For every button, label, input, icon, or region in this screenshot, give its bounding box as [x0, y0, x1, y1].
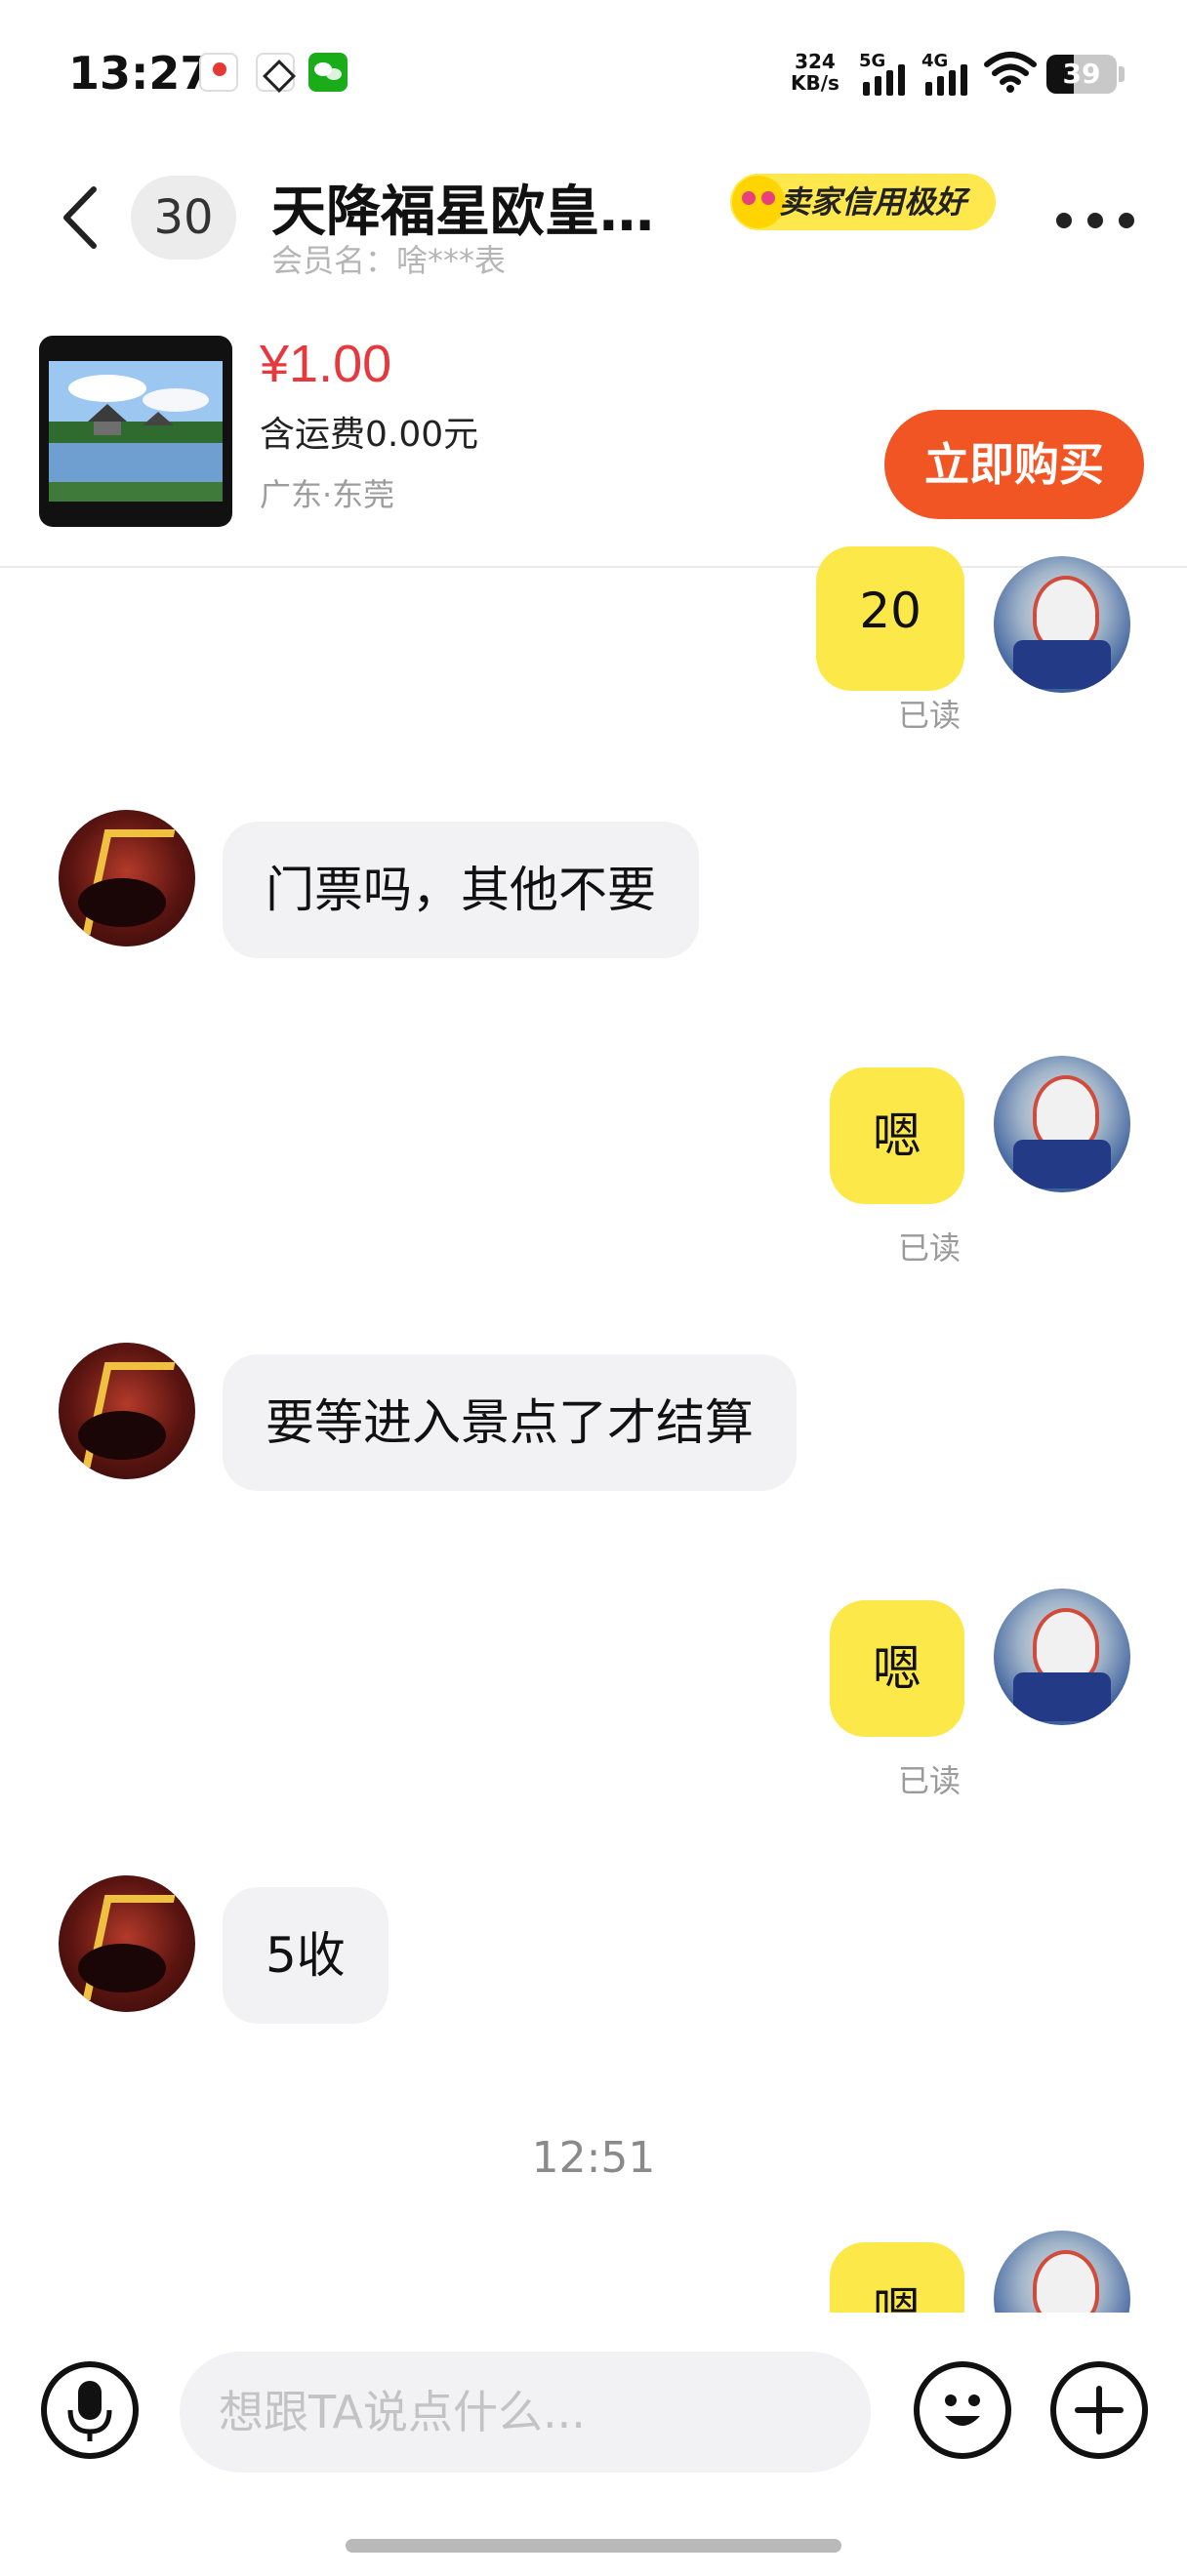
my-avatar[interactable]: [994, 2231, 1130, 2313]
message-bubble-seller[interactable]: 5收: [223, 1887, 389, 2024]
read-status: 已读: [898, 1762, 962, 1799]
my-avatar[interactable]: [994, 556, 1130, 693]
seller-avatar[interactable]: [59, 810, 195, 946]
message-item: 门票吗，其他不要: [0, 810, 1187, 958]
message-bubble-seller[interactable]: 门票吗，其他不要: [223, 822, 699, 958]
message-item: 要等进入景点了才结算: [0, 1343, 1187, 1491]
home-indicator[interactable]: [346, 2539, 841, 2553]
smiley-icon: [945, 2395, 980, 2426]
network-speed-unit: KB/s: [791, 71, 839, 95]
emoji-button[interactable]: [914, 2361, 1011, 2459]
more-options-button[interactable]: [1056, 213, 1134, 232]
seller-credit-label: 卖家信用极好: [779, 183, 967, 221]
signal-5g-icon: 5G: [859, 51, 910, 96]
product-price: ¥1.00: [260, 335, 392, 393]
message-item: 嗯 已读: [0, 1056, 1187, 1270]
unread-count-badge[interactable]: 30: [131, 176, 236, 260]
signal-5g-label: 5G: [859, 51, 886, 71]
message-bubble-me[interactable]: 嗯: [830, 2242, 964, 2313]
back-button[interactable]: [55, 183, 109, 252]
battery-level: 39: [1062, 58, 1101, 90]
message-bubble-me[interactable]: 嗯: [830, 1067, 964, 1204]
message-item: 20 已读: [0, 527, 1187, 734]
seller-credit-badge[interactable]: 卖家信用极好: [730, 174, 996, 230]
message-bubble-me[interactable]: 嗯: [830, 1600, 964, 1737]
message-bubble-seller[interactable]: 要等进入景点了才结算: [223, 1354, 797, 1491]
my-avatar[interactable]: [994, 1589, 1130, 1725]
chevron-left-icon: [63, 186, 97, 249]
heart-eyes-emoji-icon: [732, 176, 785, 228]
composer-bar: [0, 2313, 1187, 2576]
battery-icon: 39: [1046, 55, 1117, 94]
more-actions-button[interactable]: [1050, 2361, 1148, 2459]
product-thumbnail[interactable]: [39, 336, 232, 527]
read-status: 已读: [898, 1229, 962, 1267]
signal-4g-icon: 4G: [921, 51, 972, 96]
xianyu-icon: [256, 53, 295, 92]
chat-title[interactable]: 天降福星欧皇…: [271, 168, 681, 247]
signal-4g-label: 4G: [921, 51, 949, 71]
message-timestamp: 12:51: [531, 2133, 656, 2183]
landscape-photo: [49, 361, 223, 502]
seller-avatar[interactable]: [59, 1875, 195, 2012]
message-input[interactable]: [219, 2352, 824, 2473]
message-item: 5收: [0, 1875, 1187, 2024]
member-name: 会员名：啥***表: [271, 242, 507, 279]
my-avatar[interactable]: [994, 1056, 1130, 1192]
network-speed: 324 KB/s: [791, 51, 839, 94]
plus-icon: [1075, 2386, 1124, 2435]
status-time: 13:27: [68, 47, 212, 100]
seller-avatar[interactable]: [59, 1343, 195, 1479]
message-item: 嗯: [0, 2231, 1187, 2313]
wechat-icon: [308, 53, 348, 92]
microphone-icon: [67, 2381, 112, 2441]
voice-input-button[interactable]: [41, 2361, 139, 2459]
read-status: 已读: [898, 697, 962, 734]
buy-now-button[interactable]: 立即购买: [884, 410, 1144, 519]
product-shipping: 含运费0.00元: [260, 415, 479, 455]
baidu-maps-icon: [199, 53, 238, 92]
wifi-icon: [984, 51, 1037, 94]
battery-tip: [1119, 66, 1125, 82]
message-input-box[interactable]: [180, 2352, 871, 2473]
network-speed-value: 324: [795, 50, 836, 73]
message-item: 嗯 已读: [0, 1589, 1187, 1803]
message-bubble-me[interactable]: 20: [816, 546, 964, 691]
status-bar: 13:27 324 KB/s 5G 4G 39: [0, 0, 1187, 146]
chat-header: 30 天降福星欧皇… 会员名：啥***表 卖家信用极好: [0, 146, 1187, 288]
product-location: 广东·东莞: [260, 476, 395, 513]
